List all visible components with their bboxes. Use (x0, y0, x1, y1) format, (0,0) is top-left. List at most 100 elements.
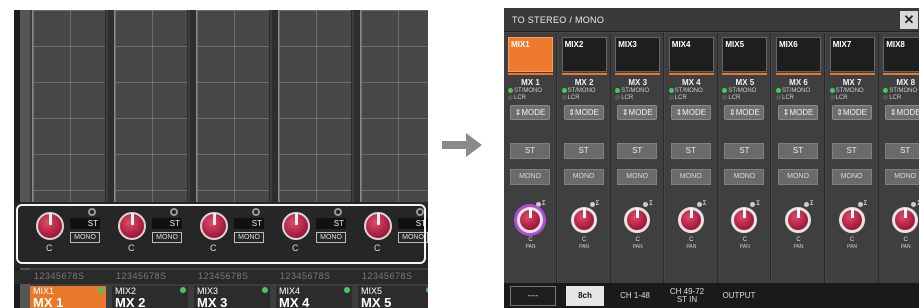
channel-name: MX 6 (789, 78, 808, 87)
st-button[interactable]: ST (670, 143, 711, 159)
channel-name-mix3[interactable]: MIX3 MX 3 (194, 286, 270, 308)
indicator-dot-icon (696, 202, 702, 207)
st-mono-label: ST/MONO (621, 88, 650, 95)
pan-value: C (689, 237, 694, 243)
channel-name: MX 1 (521, 78, 540, 87)
pan-knob[interactable] (892, 207, 919, 233)
pan-knob[interactable] (517, 207, 543, 233)
mode-button[interactable]: ⇕MODE (670, 105, 711, 120)
indicator-dot-icon (776, 95, 781, 100)
tab-line-2: ST IN (676, 295, 698, 304)
mode-button[interactable]: ⇕MODE (724, 105, 765, 120)
channel-color-bar (668, 73, 714, 75)
channel-tag: MIX5 (725, 40, 745, 49)
pan-label: PAN (739, 244, 750, 250)
pan-knob[interactable] (731, 207, 758, 233)
st-button[interactable]: ST (510, 143, 550, 159)
close-icon[interactable]: ✕ (900, 11, 918, 29)
sigma-icon: Σ (542, 201, 546, 207)
pan-knob[interactable] (785, 207, 811, 233)
st-mono-indicator: ST/MONO (668, 88, 703, 94)
pan-label: PAN (793, 244, 804, 250)
mono-button[interactable]: MONO (831, 169, 872, 185)
mode-button[interactable]: ⇕MODE (563, 105, 604, 120)
indicator-dot-icon (589, 202, 595, 207)
channel-name-box[interactable]: MIX2 (561, 37, 607, 72)
channel-name-box[interactable]: MIX1 (508, 37, 553, 72)
channel-name-mix1[interactable]: MIX1 MX 1 (30, 286, 106, 308)
mono-button[interactable]: MONO (563, 169, 604, 185)
channel-name-box[interactable]: MIX6 (776, 37, 821, 72)
channel-tag: MIX4 (671, 40, 691, 49)
channel-name-box[interactable]: MIX3 (615, 37, 661, 72)
channel-name: MX 1 (33, 295, 64, 308)
channel-name-mix4[interactable]: MIX4 MX 4 (276, 286, 352, 308)
channel-name-box[interactable]: MIX4 (668, 37, 714, 72)
lcr-indicator: LCR (615, 95, 633, 101)
st-mono-indicator: ST/MONO (776, 88, 810, 94)
channel-color-bar (615, 73, 661, 75)
lcr-label: LCR (674, 95, 687, 102)
mono-button[interactable]: MONO (885, 169, 919, 185)
st-button[interactable]: ST (885, 143, 919, 159)
pan-label: PAN (686, 244, 697, 250)
channel-tag: MIX7 (832, 40, 852, 49)
right-arrow-icon (442, 133, 482, 157)
pan-knob[interactable] (624, 207, 651, 233)
mode-button[interactable]: ⇕MODE (831, 105, 872, 120)
channel-numbers: 12345678S (362, 271, 413, 281)
st-button[interactable]: ST (724, 143, 765, 159)
pan-value: C (581, 237, 587, 243)
channel-color-bar (722, 73, 768, 75)
tab-output[interactable]: OUTPUT (716, 286, 762, 306)
meter-grid-2 (114, 10, 188, 202)
st-mono-label: ST/MONO (567, 88, 596, 95)
tab-ch-1-48[interactable]: CH 1-48 (612, 286, 658, 306)
tab-ch-49-72-st-in[interactable]: CH 49-72 ST IN (664, 286, 710, 306)
lcr-label: LCR (567, 95, 580, 102)
tab-8ch[interactable]: 8ch (566, 286, 604, 306)
mode-button[interactable]: ⇕MODE (778, 105, 818, 120)
mono-button[interactable]: MONO (724, 169, 765, 185)
lcr-indicator: LCR (776, 95, 794, 101)
channel-tag: MIX1 (511, 40, 530, 49)
indicator-dot-icon (857, 202, 863, 207)
st-button[interactable]: ST (563, 143, 604, 159)
mono-button[interactable]: MONO (778, 169, 818, 185)
mode-button[interactable]: ⇕MODE (617, 105, 658, 120)
pan-label: PAN (847, 244, 858, 250)
status-dot (180, 287, 186, 293)
mode-button[interactable]: ⇕MODE (885, 105, 919, 120)
channel-name-box[interactable]: MIX5 (722, 37, 768, 72)
pan-knob[interactable] (570, 207, 597, 233)
mode-button[interactable]: ⇕MODE (510, 105, 550, 120)
mono-button[interactable]: MONO (670, 169, 711, 185)
lcr-label: LCR (621, 95, 634, 102)
indicator-dot-icon (668, 88, 674, 93)
st-button[interactable]: ST (831, 143, 872, 159)
channel-name-box[interactable]: MIX8 (883, 37, 919, 72)
channel-strip-3: MIX3 MX 3 ST/MONO LCR ⇕MODE ST MONO Σ C PAN (611, 33, 665, 283)
sigma-icon: Σ (649, 201, 653, 207)
indicator-dot-icon (561, 88, 567, 93)
indicator-dot-icon (615, 95, 621, 100)
channel-name-box[interactable]: MIX7 (829, 37, 875, 72)
mono-button[interactable]: MONO (617, 169, 658, 185)
mono-button[interactable]: MONO (510, 169, 550, 185)
pan-knob[interactable] (838, 207, 865, 233)
meter-grid-4 (278, 10, 352, 202)
channel-name-mix2[interactable]: MIX2 MX 2 (112, 286, 188, 308)
channel-name-mix5[interactable]: MIX5 MX 5 (358, 286, 428, 308)
channel-color-bar (829, 73, 875, 75)
indicator-dot-icon (750, 202, 756, 207)
indicator-dot-icon (508, 88, 513, 93)
indicator-dot-icon (829, 95, 835, 100)
indicator-dot-icon (722, 88, 728, 93)
st-mono-indicator: ST/MONO (615, 88, 649, 94)
st-button[interactable]: ST (617, 143, 658, 159)
pan-knob[interactable] (677, 207, 704, 233)
st-button[interactable]: ST (778, 143, 818, 159)
indicator-dot-icon (722, 95, 728, 100)
tab-blank[interactable]: ---- (510, 286, 556, 306)
channel-tag: MIX3 (618, 40, 637, 49)
